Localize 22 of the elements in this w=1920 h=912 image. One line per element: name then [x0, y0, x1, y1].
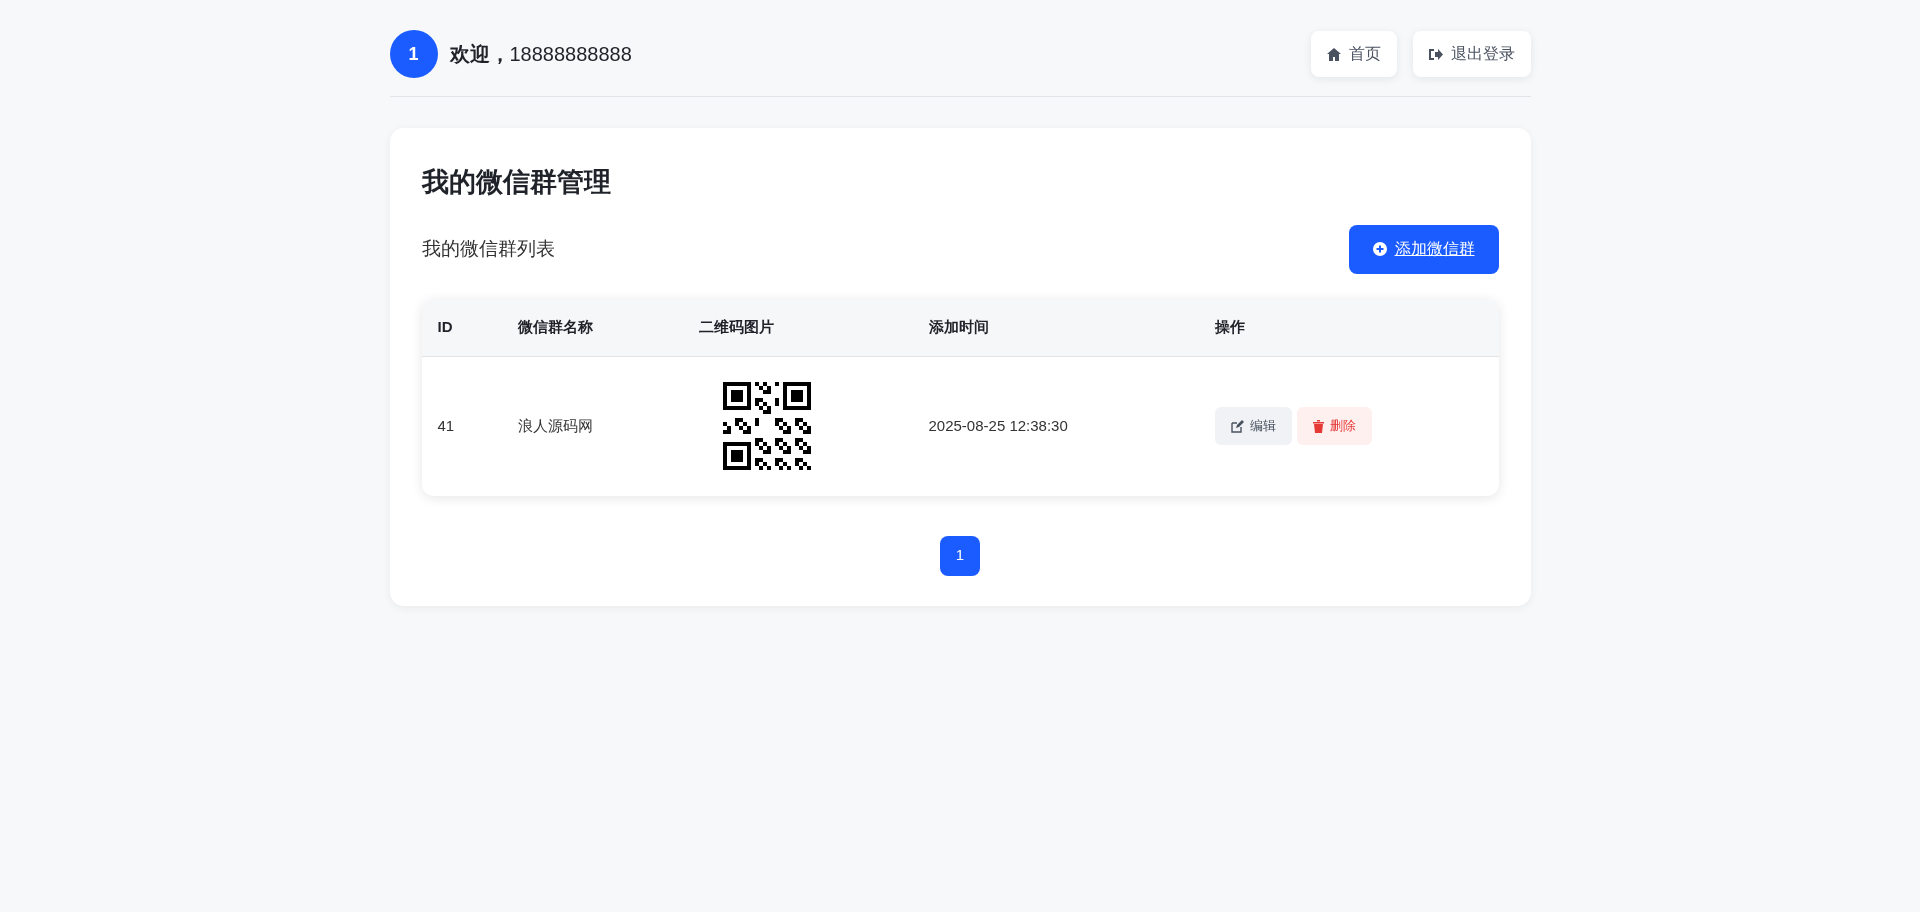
delete-button[interactable]: 删除 — [1296, 407, 1372, 445]
page-title: 我的微信群管理 — [421, 166, 612, 199]
id-cell-text: 41 — [437, 415, 455, 436]
trash-icon — [1312, 419, 1324, 433]
home-icon — [1326, 47, 1341, 61]
section-subtitle: 我的微信群列表 — [421, 236, 555, 261]
logout-icon — [1428, 47, 1443, 61]
edit-icon — [1230, 419, 1244, 433]
date-cell-text: 2025-08-25 12:38:30 — [928, 415, 1068, 436]
column-header: 二维码图片 — [698, 316, 774, 337]
group-name-cell-text: 浪人源码网 — [517, 415, 593, 436]
column-header: 添加时间 — [928, 316, 989, 337]
home-button[interactable]: 首页 — [1310, 31, 1397, 77]
welcome-text: 欢迎，18888888888 — [449, 42, 632, 67]
page-button[interactable]: 1 — [940, 535, 980, 576]
user-avatar: 1 — [389, 30, 438, 78]
edit-button[interactable]: 编辑 — [1214, 407, 1292, 445]
logout-button[interactable]: 退出登录 — [1412, 31, 1531, 77]
column-header: 微信群名称 — [517, 316, 593, 337]
column-header: 操作 — [1214, 316, 1245, 337]
column-header: ID — [437, 316, 453, 337]
plus-circle-icon — [1372, 242, 1387, 256]
